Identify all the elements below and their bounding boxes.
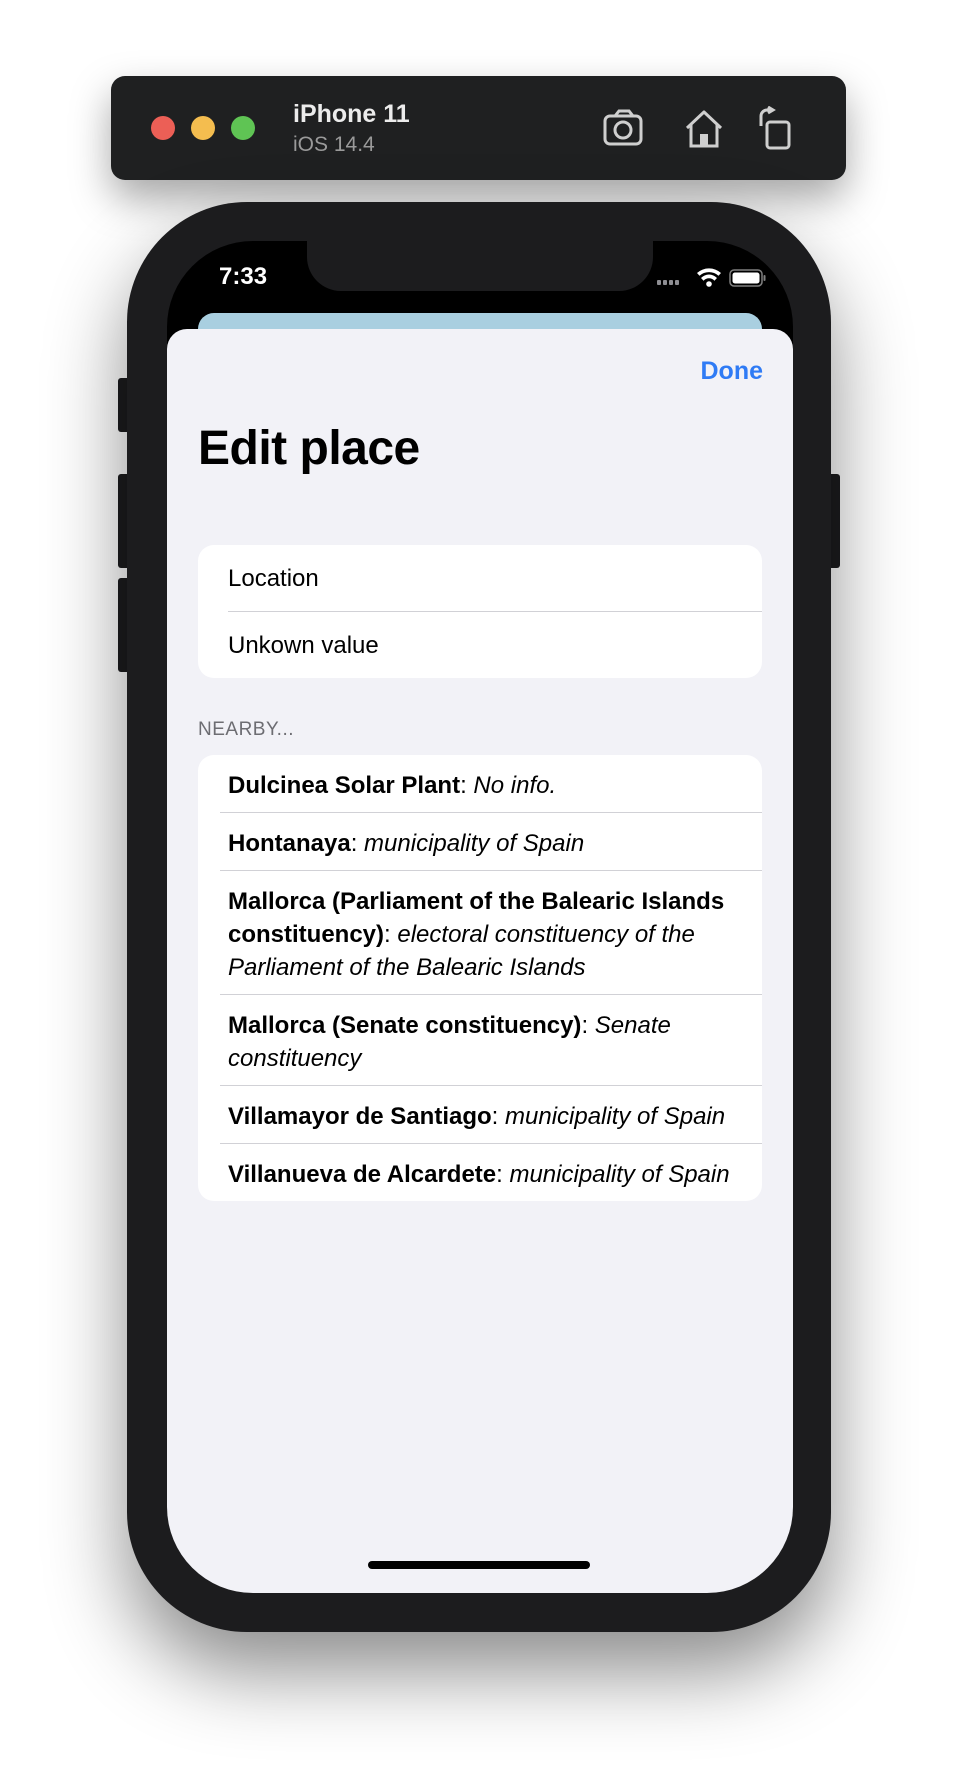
place-description: No info. [473, 772, 557, 799]
nearby-section-header: NEARBY... [198, 719, 295, 740]
wifi-icon [697, 268, 721, 287]
rotate-icon[interactable] [753, 106, 799, 150]
separator-text: : [460, 772, 474, 799]
location-header-row: Location [228, 564, 319, 592]
place-description: municipality of Spain [364, 830, 585, 857]
battery-icon [729, 269, 766, 287]
place-name: Villamayor de Santiago [228, 1103, 492, 1130]
device-name: iPhone 11 [293, 100, 410, 128]
place-name: Villanueva de Alcardete [228, 1161, 497, 1188]
separator-text: : [384, 921, 398, 948]
list-item[interactable]: Hontanaya: municipality of Spain [198, 813, 762, 870]
cellular-icon [657, 280, 679, 285]
close-window-button[interactable] [151, 116, 175, 140]
list-item[interactable]: Villanueva de Alcardete: municipality of… [198, 1144, 762, 1201]
place-name: Dulcinea Solar Plant [228, 772, 461, 799]
page-title: Edit place [198, 422, 420, 475]
place-name: Hontanaya [228, 830, 351, 857]
status-time: 7:33 [219, 263, 268, 290]
separator-text: : [581, 1012, 595, 1039]
done-button[interactable]: Done [701, 357, 764, 386]
place-description: municipality of Spain [505, 1103, 726, 1130]
screenshot-icon[interactable] [601, 106, 647, 150]
location-value-row[interactable]: Unkown value [198, 612, 762, 678]
home-icon[interactable] [681, 106, 727, 150]
list-item[interactable]: Dulcinea Solar Plant: No info. [198, 755, 762, 812]
separator-text: : [496, 1161, 510, 1188]
nearby-list: Dulcinea Solar Plant: No info. Hontanaya… [198, 755, 762, 1201]
separator-text: : [350, 830, 365, 857]
place-name: Mallorca (Senate constituency) [228, 1012, 582, 1039]
simulator-toolbar: iPhone 11 iOS 14.4 [111, 76, 846, 180]
location-group: Location Unkown value [198, 545, 762, 678]
home-indicator[interactable] [368, 1561, 590, 1569]
os-version: iOS 14.4 [293, 133, 375, 156]
list-item[interactable]: Mallorca (Parliament of the Balearic Isl… [198, 871, 762, 994]
edit-place-sheet: Done Edit place Location Unkown value NE… [167, 329, 793, 1593]
separator-text: : [491, 1103, 505, 1130]
list-item[interactable]: Mallorca (Senate constituency): Senate c… [198, 995, 762, 1085]
status-icons [657, 268, 766, 287]
list-item[interactable]: Villamayor de Santiago: municipality of … [198, 1086, 762, 1143]
minimize-window-button[interactable] [191, 116, 215, 140]
phone-screen: 7:33 Done Edit place Location Unkown val… [167, 241, 793, 1593]
notch [307, 241, 653, 291]
place-description: municipality of Spain [509, 1161, 730, 1188]
zoom-window-button[interactable] [231, 116, 255, 140]
